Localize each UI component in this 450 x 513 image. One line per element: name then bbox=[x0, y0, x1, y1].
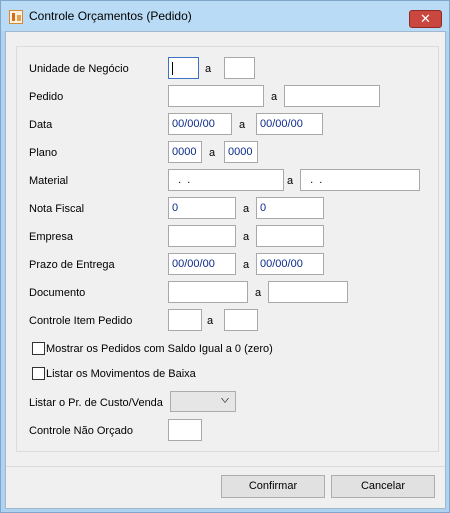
prazo-entrega-range-sep: a bbox=[243, 259, 250, 271]
data-label: Data bbox=[29, 119, 53, 131]
footer-divider bbox=[6, 466, 445, 467]
empresa-label: Empresa bbox=[29, 231, 74, 243]
unidade-range-sep: a bbox=[205, 63, 212, 75]
saldo-zero-checkbox[interactable] bbox=[32, 342, 45, 355]
data-from-input[interactable]: 00/00/00 bbox=[168, 113, 232, 135]
empresa-from-input[interactable] bbox=[168, 225, 236, 247]
material-from-input[interactable]: . . bbox=[168, 169, 284, 191]
plano-label: Plano bbox=[29, 147, 58, 159]
confirmar-button-label: Confirmar bbox=[248, 480, 298, 492]
title-bar[interactable]: Controle Orçamentos (Pedido) ✕ bbox=[1, 1, 449, 31]
cancelar-button-label: Cancelar bbox=[360, 480, 406, 492]
app-icon bbox=[9, 10, 23, 24]
nao-orcado-label: Controle Não Orçado bbox=[29, 425, 133, 437]
saldo-zero-option[interactable]: Mostrar os Pedidos com Saldo Igual a 0 (… bbox=[32, 342, 273, 355]
documento-range-sep: a bbox=[255, 287, 262, 299]
dialog-window: Controle Orçamentos (Pedido) ✕ Unidade d… bbox=[0, 0, 450, 513]
preco-label: Listar o Pr. de Custo/Venda bbox=[29, 397, 163, 409]
controle-item-range-sep: a bbox=[207, 315, 214, 327]
controle-item-from-input[interactable] bbox=[168, 309, 202, 331]
empresa-to-input[interactable] bbox=[256, 225, 324, 247]
nota-fiscal-label: Nota Fiscal bbox=[29, 203, 85, 215]
documento-to-input[interactable] bbox=[268, 281, 348, 303]
plano-range-sep: a bbox=[209, 147, 216, 159]
controle-item-to-input[interactable] bbox=[224, 309, 258, 331]
material-range-sep: a bbox=[287, 175, 294, 187]
plano-to-input[interactable]: 0000 bbox=[224, 141, 258, 163]
window-title: Controle Orçamentos (Pedido) bbox=[29, 9, 192, 23]
nao-orcado-input[interactable] bbox=[168, 419, 202, 441]
prazo-entrega-from-input[interactable]: 00/00/00 bbox=[168, 253, 236, 275]
data-range-sep: a bbox=[239, 119, 246, 131]
prazo-entrega-to-input[interactable]: 00/00/00 bbox=[256, 253, 324, 275]
cancelar-button[interactable]: Cancelar bbox=[331, 475, 435, 498]
nota-fiscal-range-sep: a bbox=[243, 203, 250, 215]
pedido-label: Pedido bbox=[29, 91, 64, 103]
controle-item-label: Controle Item Pedido bbox=[29, 315, 133, 327]
confirmar-button[interactable]: Confirmar bbox=[221, 475, 325, 498]
pedido-range-sep: a bbox=[271, 91, 278, 103]
documento-label: Documento bbox=[29, 287, 86, 299]
nota-fiscal-to-input[interactable]: 0 bbox=[256, 197, 324, 219]
pedido-from-input[interactable] bbox=[168, 85, 264, 107]
material-to-input[interactable]: . . bbox=[300, 169, 420, 191]
material-label: Material bbox=[29, 175, 69, 187]
documento-from-input[interactable] bbox=[168, 281, 248, 303]
dialog-client-area: Unidade de Negócio a Pedido a Data 00/00… bbox=[5, 31, 446, 509]
plano-from-input[interactable]: 0000 bbox=[168, 141, 202, 163]
chevron-down-icon bbox=[221, 398, 229, 403]
movimentos-baixa-option[interactable]: Listar os Movimentos de Baixa bbox=[32, 367, 196, 380]
text-caret bbox=[172, 62, 173, 75]
empresa-range-sep: a bbox=[243, 231, 250, 243]
movimentos-baixa-label: Listar os Movimentos de Baixa bbox=[46, 367, 196, 380]
saldo-zero-label: Mostrar os Pedidos com Saldo Igual a 0 (… bbox=[46, 342, 273, 355]
close-icon: ✕ bbox=[420, 11, 431, 26]
preco-select[interactable] bbox=[170, 391, 236, 412]
unidade-label: Unidade de Negócio bbox=[29, 63, 129, 75]
nota-fiscal-from-input[interactable]: 0 bbox=[168, 197, 236, 219]
prazo-entrega-label: Prazo de Entrega bbox=[29, 259, 115, 271]
unidade-to-input[interactable] bbox=[224, 57, 255, 79]
data-to-input[interactable]: 00/00/00 bbox=[256, 113, 323, 135]
movimentos-baixa-checkbox[interactable] bbox=[32, 367, 45, 380]
filter-panel: Unidade de Negócio a Pedido a Data 00/00… bbox=[16, 46, 439, 452]
pedido-to-input[interactable] bbox=[284, 85, 380, 107]
unidade-from-input[interactable] bbox=[168, 57, 199, 79]
close-button[interactable]: ✕ bbox=[409, 10, 442, 28]
